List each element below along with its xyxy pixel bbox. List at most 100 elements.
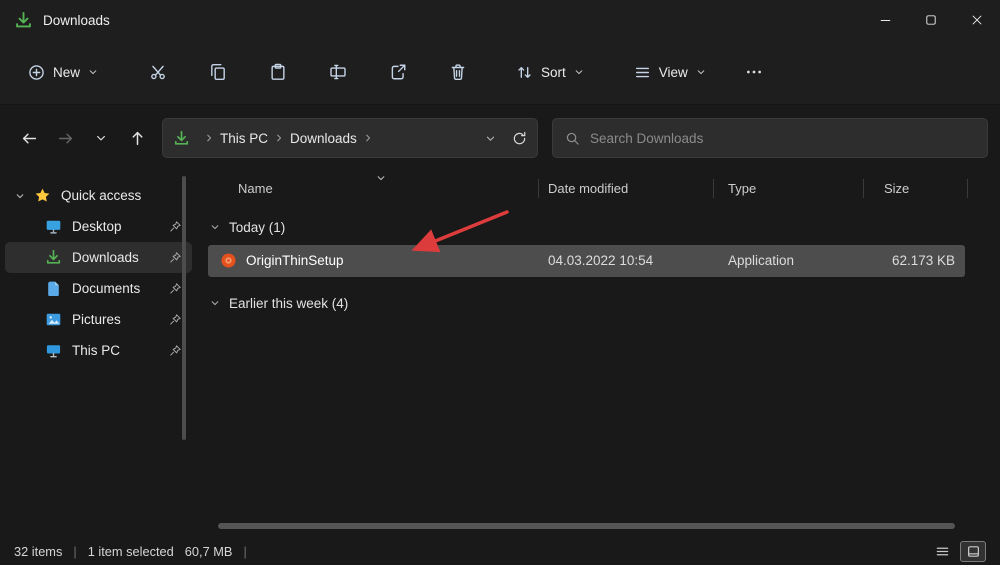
chevron-down-icon xyxy=(88,67,98,77)
sidebar-scrollbar[interactable] xyxy=(182,176,186,440)
address-bar[interactable]: This PC Downloads xyxy=(162,118,538,158)
large-icons-view-icon xyxy=(966,544,981,559)
documents-icon xyxy=(45,280,62,297)
sidebar-item-downloads[interactable]: Downloads xyxy=(5,242,192,273)
items-count: 32 items xyxy=(14,544,62,559)
share-button[interactable] xyxy=(376,52,420,92)
arrow-up-icon xyxy=(129,130,146,147)
pin-icon xyxy=(169,282,182,295)
sidebar-item-pictures[interactable]: Pictures xyxy=(5,304,192,335)
pin-icon xyxy=(169,251,182,264)
search-input[interactable] xyxy=(590,131,975,146)
view-button[interactable]: View xyxy=(624,55,716,90)
large-icons-view-button[interactable] xyxy=(960,541,986,562)
navigation-bar: This PC Downloads xyxy=(0,106,1000,170)
window-controls xyxy=(862,0,1000,40)
cut-button[interactable] xyxy=(136,52,180,92)
star-icon xyxy=(34,187,51,204)
view-label: View xyxy=(659,65,688,80)
share-icon xyxy=(389,63,407,81)
file-explorer-window: Downloads New xyxy=(0,0,1000,565)
search-icon xyxy=(565,131,580,146)
copy-button[interactable] xyxy=(196,52,240,92)
new-label: New xyxy=(53,65,80,80)
forward-button[interactable] xyxy=(48,121,82,155)
chevron-right-icon xyxy=(359,133,377,143)
chevron-down-icon xyxy=(95,132,107,144)
origin-app-icon xyxy=(220,252,237,269)
group-label: Earlier this week (4) xyxy=(229,296,348,311)
details-view-icon xyxy=(935,544,950,559)
horizontal-scrollbar[interactable] xyxy=(218,523,955,529)
file-date-modified: 04.03.2022 10:54 xyxy=(548,253,653,268)
column-divider[interactable] xyxy=(863,179,864,198)
window-title: Downloads xyxy=(43,13,110,28)
pin-icon xyxy=(169,344,182,357)
address-dropdown-icon[interactable] xyxy=(485,133,496,144)
refresh-icon[interactable] xyxy=(512,131,527,146)
sidebar-item-documents[interactable]: Documents xyxy=(5,273,192,304)
breadcrumb-this-pc[interactable]: This PC xyxy=(218,131,270,146)
copy-icon xyxy=(209,63,227,81)
column-header-type[interactable]: Type xyxy=(728,181,756,196)
more-button[interactable] xyxy=(732,52,776,92)
column-divider[interactable] xyxy=(713,179,714,198)
file-type: Application xyxy=(728,253,794,268)
sort-direction-icon[interactable] xyxy=(376,171,386,186)
sort-button[interactable]: Sort xyxy=(506,55,594,90)
statusbar-separator: | xyxy=(243,544,246,559)
arrow-left-icon xyxy=(21,130,38,147)
sidebar-item-this-pc[interactable]: This PC xyxy=(5,335,192,366)
sidebar-item-label: Desktop xyxy=(72,219,122,234)
selection-size: 60,7 MB xyxy=(185,544,233,559)
sidebar-item-desktop[interactable]: Desktop xyxy=(5,211,192,242)
sidebar-item-quick-access[interactable]: Quick access xyxy=(5,180,192,211)
file-row-originthinsetup[interactable]: OriginThinSetup 04.03.2022 10:54 Applica… xyxy=(208,245,965,277)
paste-button[interactable] xyxy=(256,52,300,92)
pin-icon xyxy=(169,220,182,233)
pictures-icon xyxy=(45,311,62,328)
minimize-button[interactable] xyxy=(862,0,908,40)
statusbar-separator: | xyxy=(73,544,76,559)
rename-icon xyxy=(329,63,347,81)
selection-count: 1 item selected xyxy=(88,544,174,559)
search-box xyxy=(552,118,988,158)
paste-icon xyxy=(269,63,287,81)
status-bar: 32 items | 1 item selected 60,7 MB | xyxy=(0,538,1000,565)
back-button[interactable] xyxy=(12,121,46,155)
chevron-down-icon xyxy=(574,67,584,77)
desktop-icon xyxy=(45,218,62,235)
downloads-icon xyxy=(173,130,190,147)
column-header-date-modified[interactable]: Date modified xyxy=(548,181,628,196)
group-header-today[interactable]: Today (1) xyxy=(200,214,1000,240)
new-button[interactable]: New xyxy=(16,55,110,90)
column-divider[interactable] xyxy=(967,179,968,198)
sidebar: Quick access Desktop Downloads Doc xyxy=(0,170,197,538)
command-bar: New Sort xyxy=(0,40,1000,105)
view-icon xyxy=(634,64,651,81)
close-button[interactable] xyxy=(954,0,1000,40)
column-headers: Name Date modified Type Size xyxy=(200,170,1000,206)
breadcrumb-downloads[interactable]: Downloads xyxy=(288,131,359,146)
titlebar: Downloads xyxy=(0,0,1000,40)
details-view-button[interactable] xyxy=(929,541,955,562)
chevron-right-icon xyxy=(270,133,288,143)
column-header-name[interactable]: Name xyxy=(238,181,273,196)
recent-locations-button[interactable] xyxy=(84,121,118,155)
rename-button[interactable] xyxy=(316,52,360,92)
file-size: 62.173 KB xyxy=(892,253,955,268)
group-header-earlier-this-week[interactable]: Earlier this week (4) xyxy=(200,290,1000,316)
up-button[interactable] xyxy=(120,121,154,155)
delete-button[interactable] xyxy=(436,52,480,92)
file-name: OriginThinSetup xyxy=(246,253,344,268)
chevron-down-icon xyxy=(210,222,220,232)
pin-icon xyxy=(169,313,182,326)
scissors-icon xyxy=(149,63,167,81)
sort-icon xyxy=(516,64,533,81)
sidebar-item-label: This PC xyxy=(72,343,120,358)
column-divider[interactable] xyxy=(538,179,539,198)
column-header-size[interactable]: Size xyxy=(884,181,909,196)
maximize-button[interactable] xyxy=(908,0,954,40)
downloads-icon xyxy=(14,11,33,30)
group-label: Today (1) xyxy=(229,220,285,235)
